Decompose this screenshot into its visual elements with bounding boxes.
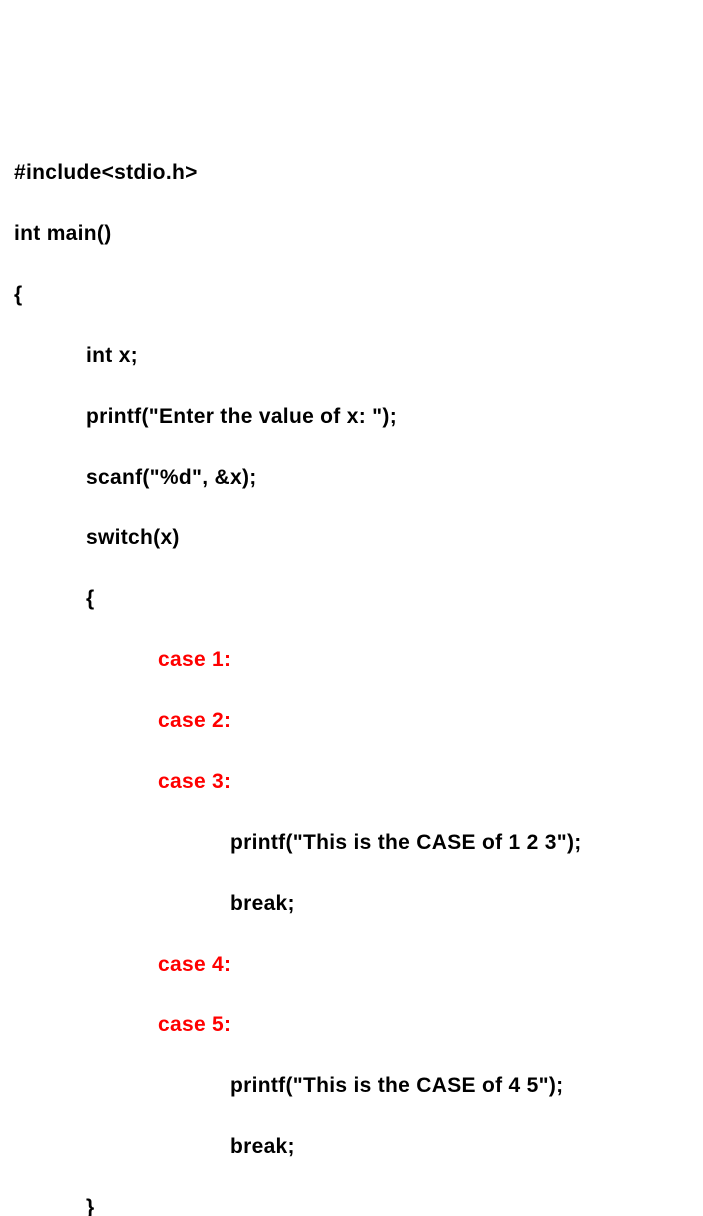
code-line-include: #include<stdio.h> — [14, 158, 689, 188]
code-line-case2: case 2: — [14, 706, 689, 736]
code-line-printf-123: printf("This is the CASE of 1 2 3"); — [14, 828, 689, 858]
code-line-switch-close: } — [14, 1193, 689, 1216]
code-block: #include<stdio.h> int main() { int x; pr… — [14, 128, 689, 1216]
code-line-printf-prompt: printf("Enter the value of x: "); — [14, 402, 689, 432]
code-line-case1: case 1: — [14, 645, 689, 675]
code-line-case3: case 3: — [14, 767, 689, 797]
code-line-switch: switch(x) — [14, 523, 689, 553]
code-line-int-x: int x; — [14, 341, 689, 371]
code-line-scanf: scanf("%d", &x); — [14, 463, 689, 493]
code-line-main: int main() — [14, 219, 689, 249]
code-line-case5: case 5: — [14, 1010, 689, 1040]
code-line-switch-open: { — [14, 584, 689, 614]
code-line-case4: case 4: — [14, 950, 689, 980]
code-line-break2: break; — [14, 1132, 689, 1162]
code-line-break1: break; — [14, 889, 689, 919]
code-line-printf-45: printf("This is the CASE of 4 5"); — [14, 1071, 689, 1101]
code-line-open-brace: { — [14, 280, 689, 310]
